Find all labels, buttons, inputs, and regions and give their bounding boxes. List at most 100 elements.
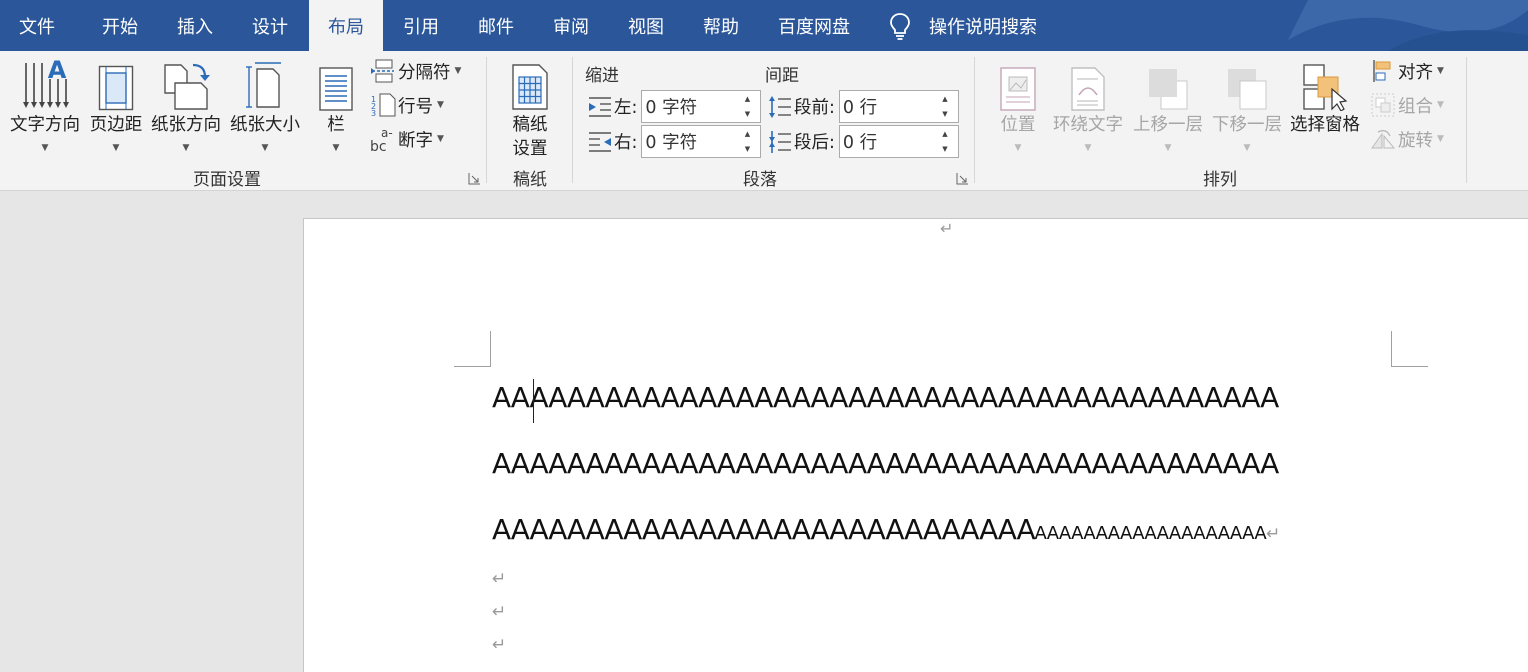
svg-text:a-: a- xyxy=(381,126,393,140)
chevron-down-icon: ▼ xyxy=(261,143,269,153)
line-numbers-icon: 123 xyxy=(371,93,396,117)
paragraph-mark: ↵ xyxy=(1266,524,1281,544)
text-direction-icon: A xyxy=(23,59,69,108)
chevron-down-icon: ▼ xyxy=(1437,134,1444,144)
indent-left-row: 左: ▲▼ xyxy=(588,90,762,123)
page-setup-launcher-icon[interactable] xyxy=(468,172,481,185)
columns-icon xyxy=(319,67,353,111)
tell-me-search[interactable]: 操作说明搜索 xyxy=(888,0,1037,51)
bring-forward-button[interactable]: 上移一层 ▼ xyxy=(1131,57,1205,155)
text-direction-button[interactable]: A 文字方向 ▼ xyxy=(8,57,82,155)
margins-label: 页边距 xyxy=(89,115,143,135)
tab-mailings[interactable]: 邮件 xyxy=(478,0,514,51)
spin-up-icon[interactable]: ▲ xyxy=(942,130,947,138)
tab-help[interactable]: 帮助 xyxy=(703,0,739,51)
spacing-after-input[interactable] xyxy=(839,126,932,157)
crop-mark-top-right xyxy=(1391,331,1428,367)
orientation-button[interactable]: 纸张方向 ▼ xyxy=(148,57,224,155)
manuscript-icon xyxy=(512,64,548,110)
columns-label: 栏 xyxy=(327,115,345,135)
align-button[interactable]: 对齐 ▼ xyxy=(1370,58,1444,84)
tab-insert[interactable]: 插入 xyxy=(177,0,213,51)
tab-file[interactable]: 文件 xyxy=(19,0,55,51)
paragraph-launcher-icon[interactable] xyxy=(956,172,969,185)
document-line-1[interactable]: AAAAAAAAAAAAAAAAAAAAAAAAAAAAAAAAAAAAAAAA… xyxy=(492,381,1279,414)
selection-pane-icon xyxy=(1303,64,1348,111)
send-backward-label: 下移一层 xyxy=(1212,115,1282,135)
size-label: 纸张大小 xyxy=(230,115,300,135)
spin-down-icon[interactable]: ▼ xyxy=(745,110,750,118)
line-numbers-button[interactable]: 123 行号 ▼ xyxy=(370,92,444,118)
spin-down-icon[interactable]: ▼ xyxy=(745,145,750,153)
empty-paragraph-mark[interactable]: ↵ xyxy=(492,569,506,589)
rotate-label: 旋转 xyxy=(1398,130,1433,151)
tab-bar-decoration xyxy=(1288,0,1528,51)
chevron-down-icon: ▼ xyxy=(1084,143,1092,153)
manuscript-settings-button[interactable]: 稿纸 设置 xyxy=(504,57,556,161)
spacing-before-icon xyxy=(769,95,791,118)
tab-review[interactable]: 审阅 xyxy=(553,0,589,51)
spin-up-icon[interactable]: ▲ xyxy=(745,95,750,103)
chevron-down-icon: ▼ xyxy=(437,134,444,144)
indent-left-label: 左: xyxy=(614,98,638,118)
group-label: 组合 xyxy=(1398,96,1433,117)
chevron-down-icon: ▼ xyxy=(332,143,340,153)
spin-up-icon[interactable]: ▲ xyxy=(745,130,750,138)
spin-down-icon[interactable]: ▼ xyxy=(942,145,947,153)
wrap-text-button[interactable]: 环绕文字 ▼ xyxy=(1051,57,1125,155)
hyphenation-button[interactable]: a-bc 断字 ▼ xyxy=(370,126,444,152)
margins-button[interactable]: 页边距 ▼ xyxy=(87,57,145,155)
tab-home[interactable]: 开始 xyxy=(102,0,138,51)
empty-paragraph-mark[interactable]: ↵ xyxy=(492,635,506,655)
page-setup-group-label: 页面设置 xyxy=(193,170,261,190)
tab-layout[interactable]: 布局 xyxy=(309,0,383,51)
orientation-label: 纸张方向 xyxy=(151,115,221,135)
spacing-before-row: 段前: ▲▼ xyxy=(768,90,959,123)
margins-icon xyxy=(98,65,134,111)
wrap-text-label: 环绕文字 xyxy=(1053,115,1123,135)
indent-right-icon xyxy=(589,131,611,152)
tab-design[interactable]: 设计 xyxy=(252,0,288,51)
spacing-before-input[interactable] xyxy=(839,91,932,122)
position-icon xyxy=(1000,67,1036,111)
spacing-after-spinbox: ▲▼ xyxy=(838,125,959,158)
spin-up-icon[interactable]: ▲ xyxy=(942,95,947,103)
tab-references[interactable]: 引用 xyxy=(403,0,439,51)
rotate-button[interactable]: 旋转 ▼ xyxy=(1370,126,1444,152)
indent-right-input[interactable] xyxy=(642,126,735,157)
spacing-after-row: 段后: ▲▼ xyxy=(768,125,959,158)
document-page[interactable]: ↵ AAAAAAAAAAAAAAAAAAAAAAAAAAAAAAAAAAAAAA… xyxy=(303,218,1528,672)
indent-right-spinbox: ▲▼ xyxy=(641,125,762,158)
columns-button[interactable]: 栏 ▼ xyxy=(318,57,354,155)
crop-mark-top-left xyxy=(454,331,491,367)
tab-view[interactable]: 视图 xyxy=(628,0,664,51)
document-line-2[interactable]: AAAAAAAAAAAAAAAAAAAAAAAAAAAAAAAAAAAAAAAA… xyxy=(492,447,1279,480)
selection-pane-button[interactable]: 选择窗格 xyxy=(1288,57,1362,137)
breaks-button[interactable]: 分隔符 ▼ xyxy=(370,58,461,84)
tell-me-label: 操作说明搜索 xyxy=(929,16,1037,38)
spin-down-icon[interactable]: ▼ xyxy=(942,110,947,118)
size-button[interactable]: 纸张大小 ▼ xyxy=(228,57,302,155)
indent-left-input[interactable] xyxy=(642,91,735,122)
indent-left-icon xyxy=(589,96,611,117)
position-button[interactable]: 位置 ▼ xyxy=(997,57,1039,155)
selection-pane-label: 选择窗格 xyxy=(1290,115,1360,135)
spacing-title: 间距 xyxy=(765,66,799,86)
manuscript-group-label: 稿纸 xyxy=(513,170,547,190)
rotate-icon xyxy=(1371,129,1396,149)
tab-baidu-netdisk[interactable]: 百度网盘 xyxy=(778,0,850,51)
document-line-3[interactable]: AAAAAAAAAAAAAAAAAAAAAAAAAAAAAAAAAAAAAAAA… xyxy=(492,513,1280,546)
indent-left-spinbox: ▲▼ xyxy=(641,90,762,123)
spacing-after-label: 段后: xyxy=(794,133,835,153)
paper-size-icon xyxy=(246,62,281,108)
document-canvas: ↵ AAAAAAAAAAAAAAAAAAAAAAAAAAAAAAAAAAAAAA… xyxy=(0,192,1528,672)
lightbulb-icon xyxy=(890,12,910,40)
group-objects-button[interactable]: 组合 ▼ xyxy=(1370,92,1444,118)
chevron-down-icon: ▼ xyxy=(1437,66,1444,76)
text-direction-label: 文字方向 xyxy=(10,115,80,135)
manuscript-label-line1: 稿纸 xyxy=(512,115,548,135)
indent-title: 缩进 xyxy=(585,66,619,86)
breaks-label: 分隔符 xyxy=(398,62,451,83)
send-backward-button[interactable]: 下移一层 ▼ xyxy=(1210,57,1284,155)
empty-paragraph-mark[interactable]: ↵ xyxy=(492,602,506,622)
